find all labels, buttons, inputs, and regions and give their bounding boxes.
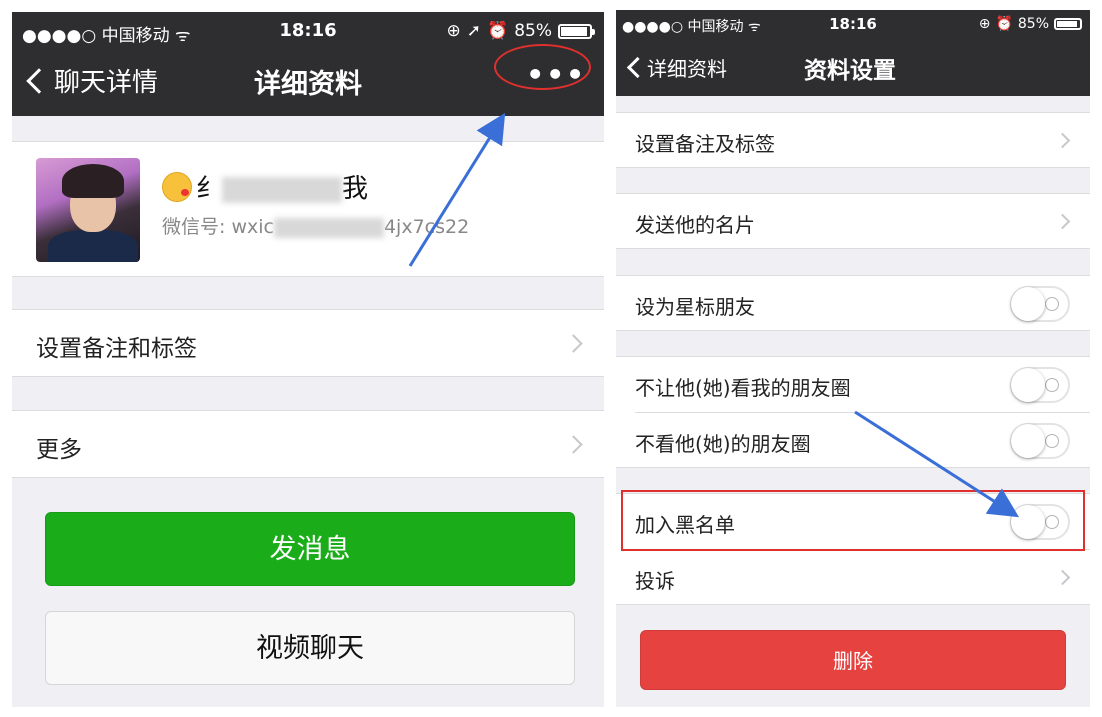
toggle-off-indicator [1045,297,1059,311]
highlight-ellipse [494,44,591,90]
cell-label: 发送他的名片 [635,213,755,237]
cell-send-card[interactable]: 发送他的名片 [616,193,1090,249]
battery-icon [558,23,595,39]
navigation-bar: 详细资料 资料设置 [616,40,1090,96]
battery-icon [1054,18,1082,30]
rotation-lock-icon: ⊕ [978,16,991,32]
cell-set-remark-tags[interactable]: 设置备注和标签 [12,309,604,377]
battery-percent: 85% [514,21,552,41]
page-title: 资料设置 [804,58,896,84]
avatar-body [48,230,138,262]
cell-label: 不让他(她)看我的朋友圈 [635,376,851,400]
nickname-blur [222,176,343,203]
cell-star-friend: 设为星标朋友 [616,275,1090,331]
nickname-end: 我 [342,174,369,204]
video-chat-button[interactable]: 视频聊天 [45,611,575,685]
wechat-id-blur [273,217,384,238]
wechat-id-label: 微信号: [162,216,226,238]
highlight-box [621,490,1085,551]
cell-label: 投诉 [635,569,675,593]
battery-percent: 85% [1017,16,1049,32]
cell-label: 不看他(她)的朋友圈 [635,432,811,456]
wechat-id-suffix: 4jx7cs22 [383,216,470,238]
back-button[interactable]: 详细资料 [620,53,727,82]
cell-set-remark-tags[interactable]: 设置备注及标签 [616,112,1090,168]
toggle-off-indicator [1045,378,1059,392]
toggle-knob [1011,287,1045,321]
cell-report[interactable]: 投诉 [616,550,1090,606]
location-icon: ➚ [466,21,482,41]
back-label: 详细资料 [647,57,727,81]
toggle-knob [1011,424,1045,458]
wechat-id: 微信号: wxic 4jx7cs22 [162,212,469,239]
moments-group: 不让他(她)看我的朋友圈 不看他(她)的朋友圈 [616,356,1090,468]
cell-label: 更多 [36,437,82,463]
chevron-right-icon [1054,213,1071,230]
avatar[interactable] [36,158,140,262]
chevron-right-icon [564,334,583,353]
kiss-emoji-icon [162,172,192,202]
chevron-left-icon [626,56,649,79]
screenshot-stage: ●●●●○ 中国移动 ᯤ 18:16 ⊕ ➚ ⏰ 85% 聊天详情 详细资料 •… [0,0,1102,717]
cell-hide-my-moments: 不让他(她)看我的朋友圈 [616,357,1090,413]
chevron-right-icon [564,435,583,454]
cell-label: 设置备注和标签 [36,336,197,362]
status-bar: ●●●●○ 中国移动 ᯤ 18:16 ⊕ ⏰ 85% [616,10,1090,40]
alarm-icon: ⏰ [487,21,509,41]
cell-hide-their-moments: 不看他(她)的朋友圈 [616,413,1090,469]
star-friend-toggle[interactable] [1010,286,1070,322]
nickname-start: 纟 [196,174,223,204]
cell-label: 设为星标朋友 [635,295,755,319]
toggle-off-indicator [1045,434,1059,448]
hide-their-moments-toggle[interactable] [1010,423,1070,459]
status-right: ⊕ ➚ ⏰ 85% [446,21,595,41]
status-bar: ●●●●○ 中国移动 ᯤ 18:16 ⊕ ➚ ⏰ 85% [12,12,604,50]
wechat-id-prefix: wxic [231,216,274,238]
cell-label: 设置备注及标签 [635,132,775,156]
alarm-icon: ⏰ [995,16,1013,32]
chevron-right-icon [1054,569,1071,586]
toggle-knob [1011,368,1045,402]
delete-button[interactable]: 删除 [640,630,1066,690]
status-right: ⊕ ⏰ 85% [979,16,1082,32]
send-message-button[interactable]: 发消息 [45,512,575,586]
profile-settings-screen: ●●●●○ 中国移动 ᯤ 18:16 ⊕ ⏰ 85% 详细资料 资料设置 设置备… [616,10,1090,707]
nickname: 纟我 [196,168,368,205]
avatar-hair [62,164,124,198]
cell-more[interactable]: 更多 [12,410,604,478]
chevron-right-icon [1054,132,1071,149]
rotation-lock-icon: ⊕ [446,21,461,41]
profile-card[interactable]: 纟我 微信号: wxic 4jx7cs22 [12,141,604,277]
profile-detail-screen: ●●●●○ 中国移动 ᯤ 18:16 ⊕ ➚ ⏰ 85% 聊天详情 详细资料 •… [12,12,604,707]
hide-my-moments-toggle[interactable] [1010,367,1070,403]
